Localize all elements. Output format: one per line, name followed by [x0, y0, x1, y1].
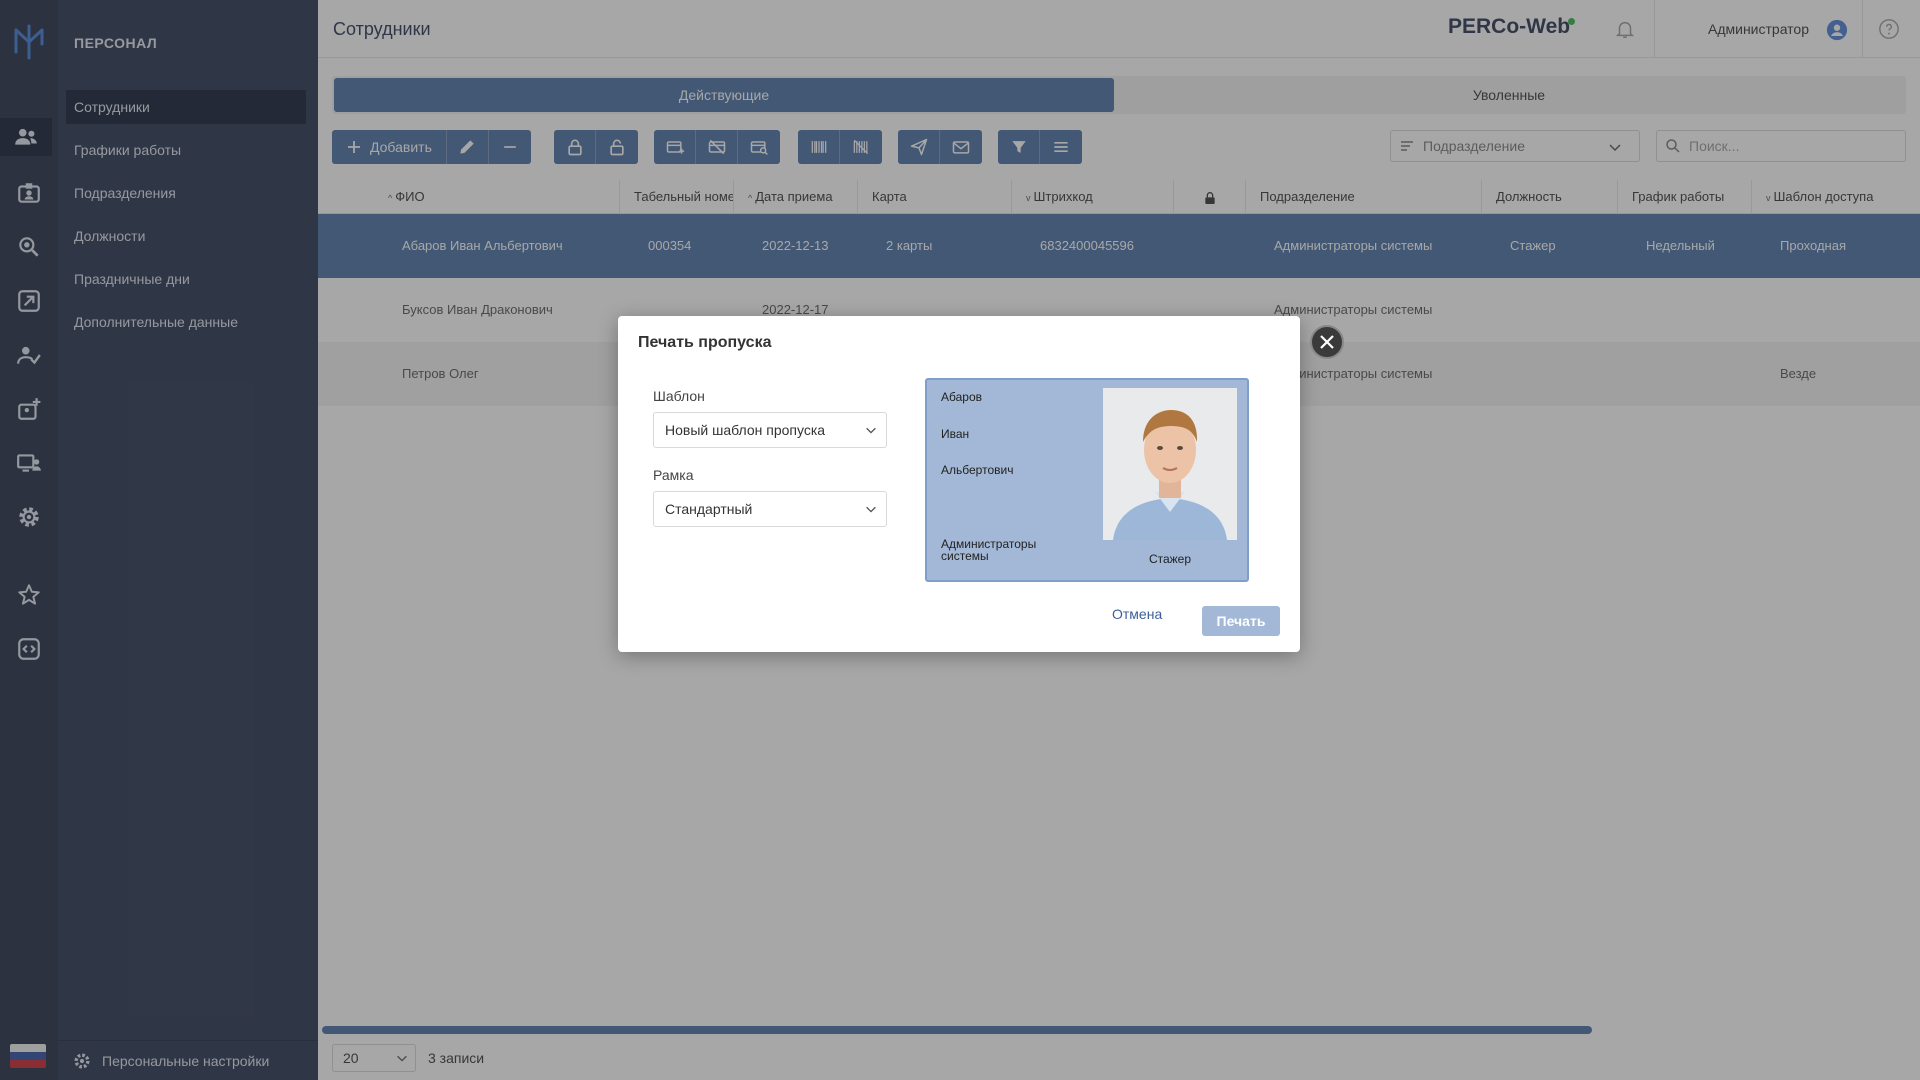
print-button[interactable]: Печать [1202, 606, 1280, 636]
card-first-name: Иван [941, 427, 970, 441]
pass-preview-card: Абаров Иван Альбертович Администраторы с… [925, 378, 1249, 582]
card-department: Администраторы системы [941, 537, 1037, 563]
template-select[interactable]: Новый шаблон пропуска [653, 412, 887, 448]
close-icon [1320, 335, 1334, 349]
dialog-title: Печать пропуска [638, 334, 772, 351]
print-pass-dialog: Печать пропуска Шаблон Новый шаблон проп… [618, 316, 1300, 652]
frame-label: Рамка [653, 467, 694, 483]
card-middle-name: Альбертович [941, 463, 1014, 477]
frame-select[interactable]: Стандартный [653, 491, 887, 527]
frame-select-value: Стандартный [665, 501, 753, 517]
card-last-name: Абаров [941, 390, 982, 404]
person-photo-icon [1103, 388, 1237, 540]
card-position: Стажер [1148, 552, 1192, 566]
close-dialog-button[interactable] [1310, 325, 1344, 359]
employee-photo [1103, 388, 1237, 540]
cancel-button[interactable]: Отмена [1112, 606, 1162, 622]
chevron-down-icon [866, 427, 876, 434]
template-label: Шаблон [653, 388, 705, 404]
chevron-down-icon [866, 506, 876, 513]
template-select-value: Новый шаблон пропуска [665, 422, 826, 438]
